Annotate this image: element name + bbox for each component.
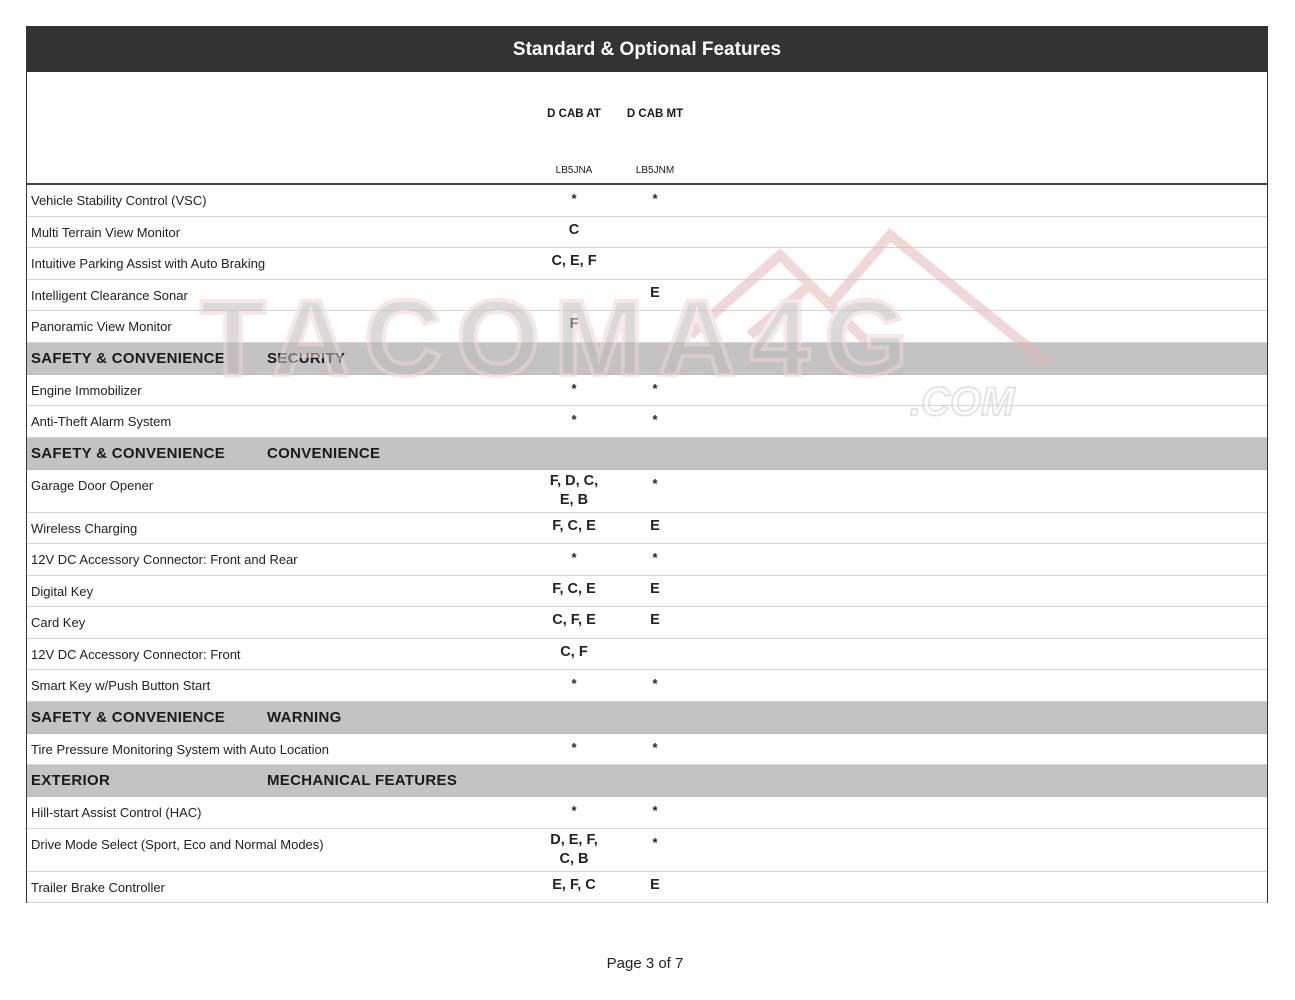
feature-label: Vehicle Stability Control (VSC) bbox=[31, 193, 207, 208]
availability-at: * bbox=[571, 380, 577, 396]
section-subcategory: MECHANICAL FEATURES bbox=[267, 772, 458, 789]
availability-at: C, E, F bbox=[551, 253, 597, 269]
feature-label: 12V DC Accessory Connector: Front and Re… bbox=[31, 552, 298, 567]
availability-mt: * bbox=[652, 191, 658, 206]
features-table-body: Vehicle Stability Control (VSC) * * Multi T… bbox=[27, 185, 1267, 903]
availability-mt: * bbox=[652, 834, 658, 850]
feature-row: Digital Key F, C, E E bbox=[27, 576, 1267, 607]
features-sheet: Standard & Optional Features D CAB AT D … bbox=[26, 26, 1268, 903]
feature-row: Tire Pressure Monitoring System with Aut… bbox=[27, 734, 1267, 765]
section-subcategory: WARNING bbox=[267, 708, 342, 726]
feature-row: Card Key C, F, E E bbox=[27, 607, 1267, 639]
feature-row: Drive Mode Select (Sport, Eco and Normal… bbox=[27, 829, 1267, 872]
availability-at: C, F, E bbox=[552, 612, 596, 628]
availability-mt: E bbox=[650, 517, 660, 534]
section-header: SAFETY & CONVENIENCE WARNING bbox=[27, 701, 1267, 734]
feature-row: Hill-start Assist Control (HAC) * * bbox=[27, 797, 1267, 829]
availability-at: D, E, F, C, B bbox=[550, 831, 598, 867]
availability-mt: * bbox=[652, 803, 658, 818]
feature-row: 12V DC Accessory Connector: Front and Re… bbox=[27, 544, 1267, 576]
feature-label: Drive Mode Select (Sport, Eco and Normal… bbox=[31, 836, 324, 852]
column-code-at: LB5JNA bbox=[555, 165, 593, 176]
document-title: Standard & Optional Features bbox=[27, 27, 1267, 72]
section-category: SAFETY & CONVENIENCE bbox=[31, 349, 226, 367]
availability-at: C, F bbox=[560, 643, 588, 660]
feature-row: Garage Door Opener F, D, C, E, B * bbox=[27, 470, 1267, 513]
feature-row: Smart Key w/Push Button Start * * bbox=[27, 670, 1267, 702]
feature-row: Anti-Theft Alarm System * * bbox=[27, 406, 1267, 438]
feature-label: Trailer Brake Controller bbox=[31, 879, 165, 895]
availability-mt: E bbox=[650, 284, 660, 301]
section-category: SAFETY & CONVENIENCE bbox=[31, 708, 226, 726]
feature-label: Anti-Theft Alarm System bbox=[31, 414, 172, 429]
availability-at: F, D, C, E, B bbox=[549, 472, 599, 508]
availability-at: F, C, E bbox=[552, 517, 596, 534]
availability-at: F bbox=[569, 316, 579, 332]
availability-at: * bbox=[571, 739, 577, 755]
feature-label: Wireless Charging bbox=[31, 520, 138, 536]
feature-label: Multi Terrain View Monitor bbox=[31, 224, 181, 240]
availability-at: * bbox=[571, 412, 577, 427]
availability-mt: * bbox=[652, 550, 658, 565]
availability-at: * bbox=[571, 191, 577, 206]
section-subcategory: SECURITY bbox=[267, 349, 346, 367]
availability-mt: * bbox=[652, 380, 658, 396]
availability-mt: E bbox=[650, 580, 660, 597]
availability-mt: * bbox=[652, 412, 658, 427]
availability-at: C bbox=[568, 221, 580, 238]
availability-mt: * bbox=[652, 676, 658, 691]
page-number: Page 3 of 7 bbox=[606, 955, 684, 972]
feature-label: Garage Door Opener bbox=[31, 477, 154, 493]
column-header: D CAB AT D CAB MT LB5JNA LB5JNM bbox=[27, 72, 1267, 185]
feature-label: Intuitive Parking Assist with Auto Braki… bbox=[31, 256, 266, 271]
feature-row: Intuitive Parking Assist with Auto Braki… bbox=[27, 248, 1267, 280]
availability-mt: E bbox=[650, 876, 660, 893]
availability-mt: * bbox=[652, 739, 658, 755]
feature-label: Hill-start Assist Control (HAC) bbox=[31, 805, 202, 820]
availability-at: * bbox=[571, 803, 577, 818]
availability-at: * bbox=[571, 676, 577, 691]
feature-label: Tire Pressure Monitoring System with Aut… bbox=[31, 741, 329, 757]
feature-label: Card Key bbox=[31, 615, 86, 630]
availability-at: * bbox=[571, 550, 577, 565]
section-category: SAFETY & CONVENIENCE bbox=[31, 444, 226, 462]
feature-row: Panoramic View Monitor F bbox=[27, 311, 1267, 343]
feature-row: 12V DC Accessory Connector: Front C, F bbox=[27, 639, 1267, 670]
availability-at: F, C, E bbox=[552, 580, 596, 597]
feature-row: Multi Terrain View Monitor C bbox=[27, 217, 1267, 248]
feature-row: Intelligent Clearance Sonar E bbox=[27, 280, 1267, 311]
availability-at: E, F, C bbox=[552, 876, 596, 893]
feature-label: Smart Key w/Push Button Start bbox=[31, 678, 211, 693]
feature-row: Engine Immobilizer * * bbox=[27, 375, 1267, 406]
section-category: EXTERIOR bbox=[31, 772, 111, 789]
column-code-mt: LB5JNM bbox=[635, 165, 675, 176]
feature-label: Digital Key bbox=[31, 583, 94, 599]
feature-row: Wireless Charging F, C, E E bbox=[27, 513, 1267, 544]
availability-mt: E bbox=[650, 612, 660, 628]
section-header: SAFETY & CONVENIENCE SECURITY bbox=[27, 342, 1267, 375]
section-header: EXTERIOR MECHANICAL FEATURES bbox=[27, 765, 1267, 797]
feature-label: Intelligent Clearance Sonar bbox=[31, 287, 188, 303]
column-trim-mt: D CAB MT bbox=[626, 108, 684, 120]
availability-mt: * bbox=[652, 475, 658, 491]
feature-label: Engine Immobilizer bbox=[31, 382, 142, 398]
feature-row: Vehicle Stability Control (VSC) * * bbox=[27, 185, 1267, 217]
section-header: SAFETY & CONVENIENCE CONVENIENCE bbox=[27, 437, 1267, 470]
column-trim-at: D CAB AT bbox=[547, 108, 601, 120]
feature-row: Trailer Brake Controller E, F, C E bbox=[27, 872, 1267, 903]
section-subcategory: CONVENIENCE bbox=[267, 444, 381, 462]
feature-label: 12V DC Accessory Connector: Front bbox=[31, 646, 241, 662]
feature-label: Panoramic View Monitor bbox=[31, 319, 172, 334]
